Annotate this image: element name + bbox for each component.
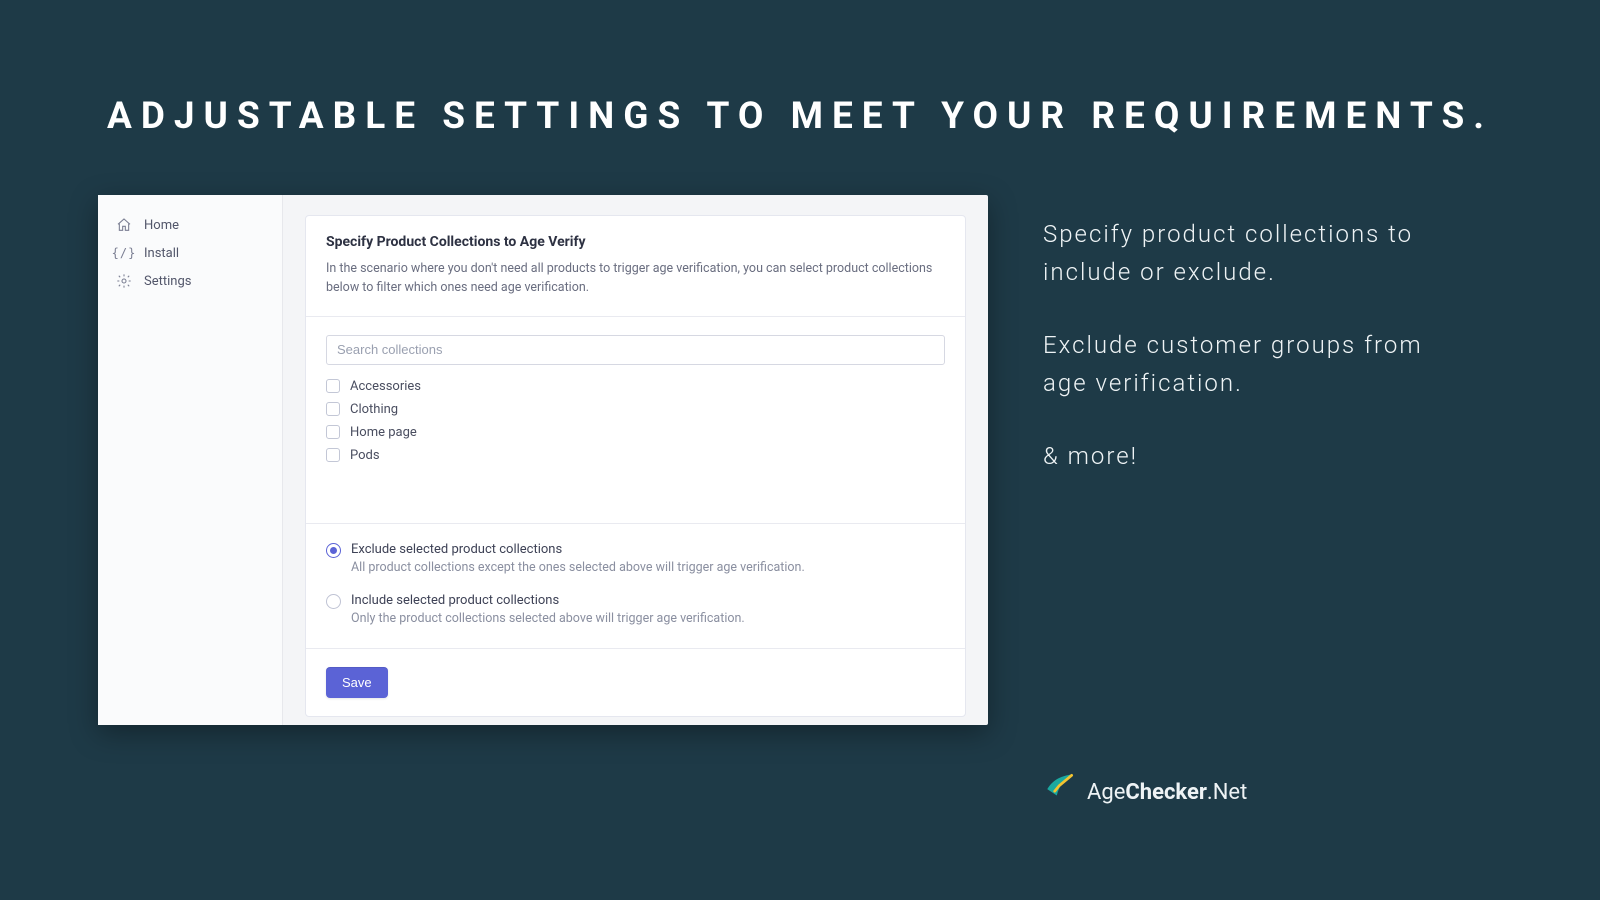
promo-line-1: Specify product collections to include o… bbox=[1043, 215, 1502, 292]
brand-net: .Net bbox=[1207, 780, 1247, 805]
gear-icon bbox=[116, 273, 132, 289]
collection-row[interactable]: Pods bbox=[326, 448, 945, 463]
code-icon: {/} bbox=[116, 245, 132, 261]
collection-row[interactable]: Home page bbox=[326, 425, 945, 440]
promo-column: Specify product collections to include o… bbox=[1043, 195, 1502, 820]
radio-label: Exclude selected product collections bbox=[351, 542, 805, 557]
collection-label: Home page bbox=[350, 425, 417, 440]
checkbox[interactable] bbox=[326, 402, 340, 416]
search-input[interactable] bbox=[326, 335, 945, 365]
radio[interactable] bbox=[326, 594, 341, 609]
radio-sublabel: Only the product collections selected ab… bbox=[351, 611, 745, 626]
radio[interactable] bbox=[326, 543, 341, 558]
promo-line-3: & more! bbox=[1043, 437, 1502, 475]
radio-sublabel: All product collections except the ones … bbox=[351, 560, 805, 575]
collection-label: Clothing bbox=[350, 402, 398, 417]
sidebar-item-label: Settings bbox=[144, 274, 191, 289]
sidebar-item-home[interactable]: Home bbox=[106, 211, 274, 239]
collection-label: Accessories bbox=[350, 379, 421, 394]
sidebar-item-install[interactable]: {/} Install bbox=[106, 239, 274, 267]
settings-card: Specify Product Collections to Age Verif… bbox=[305, 215, 966, 717]
app-screenshot: Home {/} Install Settings Specify Produc… bbox=[98, 195, 988, 725]
hero-headline: ADJUSTABLE SETTINGS TO MEET YOUR REQUIRE… bbox=[0, 0, 1600, 148]
card-title: Specify Product Collections to Age Verif… bbox=[326, 234, 945, 250]
brand-logo: AgeChecker.Net bbox=[1043, 770, 1247, 815]
checkbox[interactable] bbox=[326, 425, 340, 439]
home-icon bbox=[116, 217, 132, 233]
sidebar-item-label: Home bbox=[144, 218, 179, 233]
sidebar-item-label: Install bbox=[144, 246, 179, 261]
radio-option-exclude[interactable]: Exclude selected product collections All… bbox=[326, 542, 945, 575]
collection-row[interactable]: Accessories bbox=[326, 379, 945, 394]
save-button[interactable]: Save bbox=[326, 667, 388, 698]
checkmark-icon bbox=[1043, 770, 1077, 815]
collection-label: Pods bbox=[350, 448, 380, 463]
card-description: In the scenario where you don't need all… bbox=[326, 260, 936, 298]
collection-row[interactable]: Clothing bbox=[326, 402, 945, 417]
promo-line-2: Exclude customer groups from age verific… bbox=[1043, 326, 1502, 403]
main-content: Specify Product Collections to Age Verif… bbox=[283, 195, 988, 725]
checkbox[interactable] bbox=[326, 448, 340, 462]
sidebar: Home {/} Install Settings bbox=[98, 195, 283, 725]
sidebar-item-settings[interactable]: Settings bbox=[106, 267, 274, 295]
checkbox[interactable] bbox=[326, 379, 340, 393]
radio-label: Include selected product collections bbox=[351, 593, 745, 608]
brand-checker: Checker bbox=[1125, 780, 1207, 805]
brand-age: Age bbox=[1087, 780, 1125, 805]
radio-option-include[interactable]: Include selected product collections Onl… bbox=[326, 593, 945, 626]
